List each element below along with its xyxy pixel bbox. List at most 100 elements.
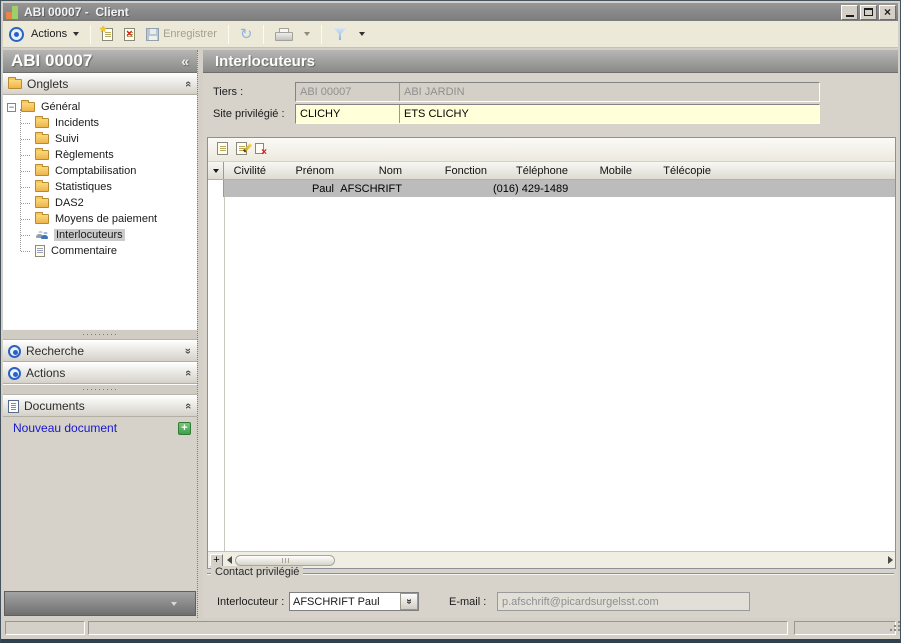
row-indicator-header[interactable] bbox=[208, 162, 224, 179]
column-header-nom[interactable]: Nom bbox=[340, 165, 408, 177]
delete-record-button[interactable]: × bbox=[120, 26, 139, 43]
folder-icon bbox=[35, 150, 49, 160]
scrollbar-thumb[interactable] bbox=[235, 555, 335, 566]
chevron-down-icon[interactable]: « bbox=[182, 348, 194, 354]
filter-button[interactable] bbox=[329, 26, 350, 42]
cell-prenom: Paul bbox=[272, 183, 340, 195]
app-icon bbox=[6, 6, 19, 19]
tree-item-label: Comptabilisation bbox=[53, 165, 138, 177]
minimize-button[interactable] bbox=[841, 5, 858, 20]
window-title: ABI 00007 - Client bbox=[24, 5, 841, 19]
scroll-right-icon[interactable] bbox=[888, 556, 893, 564]
status-bar bbox=[3, 619, 898, 637]
tree-item-label: Statistiques bbox=[53, 181, 114, 193]
resize-grip[interactable] bbox=[890, 629, 892, 631]
chevron-up-icon[interactable]: « bbox=[182, 81, 194, 87]
tree-item-label: Général bbox=[39, 101, 82, 113]
new-document-icon: ★ bbox=[102, 28, 113, 41]
save-icon bbox=[146, 28, 159, 41]
collapse-sidebar-icon[interactable]: « bbox=[181, 53, 189, 69]
tree-item-label: Suivi bbox=[53, 133, 81, 145]
status-segment bbox=[794, 621, 896, 635]
column-header-fonction[interactable]: Fonction bbox=[408, 165, 493, 177]
close-button[interactable]: × bbox=[879, 5, 896, 20]
add-document-button[interactable]: + bbox=[178, 422, 191, 435]
chevron-down-icon bbox=[171, 602, 177, 606]
actions-menu-button[interactable]: Actions bbox=[27, 26, 83, 42]
tree-item-statistiques[interactable]: Statistiques bbox=[12, 179, 197, 195]
tree-item-das2[interactable]: DAS2 bbox=[12, 195, 197, 211]
tree-item-suivi[interactable]: Suivi bbox=[12, 131, 197, 147]
panel-splitter[interactable]: ········· bbox=[3, 384, 197, 395]
site-code-field[interactable]: CLICHY bbox=[296, 105, 400, 123]
column-header-telecopie[interactable]: Télécopie bbox=[638, 165, 717, 177]
new-record-button[interactable]: ★ bbox=[98, 26, 117, 43]
maximize-icon bbox=[864, 8, 873, 16]
grid-edit-button[interactable] bbox=[235, 141, 248, 159]
document-icon bbox=[8, 400, 19, 413]
page-title: Interlocuteurs bbox=[203, 50, 898, 73]
sidebar-header: ABI 00007 « bbox=[3, 50, 197, 73]
minimize-icon bbox=[846, 15, 854, 17]
tree-item-incidents[interactable]: Incidents bbox=[12, 115, 197, 131]
panel-header-documents[interactable]: Documents « bbox=[3, 395, 197, 417]
panel-splitter[interactable]: ········· bbox=[3, 329, 197, 340]
interlocuteur-combobox[interactable]: AFSCHRIFT Paul « bbox=[289, 592, 419, 611]
tree-item-label: Interlocuteurs bbox=[54, 229, 125, 241]
save-label: Enregistrer bbox=[163, 28, 217, 40]
maximize-button[interactable] bbox=[860, 5, 877, 20]
grid-add-button[interactable] bbox=[216, 141, 229, 159]
filter-options-button[interactable] bbox=[353, 30, 369, 38]
grid-delete-button[interactable]: × bbox=[254, 141, 265, 158]
panel-header-onglets[interactable]: Onglets « bbox=[3, 73, 197, 95]
tabs-tree: − Général Incidents Suivi Règle bbox=[3, 95, 197, 329]
grid-toolbar: × bbox=[208, 138, 895, 162]
scroll-left-icon[interactable] bbox=[227, 556, 232, 564]
chevron-up-icon[interactable]: « bbox=[182, 403, 194, 409]
contacts-grid: × Civilité Prénom Nom Fonction Téléphone… bbox=[207, 137, 896, 569]
toolbar-separator bbox=[228, 25, 229, 44]
print-options-button[interactable] bbox=[298, 30, 314, 38]
tree-item-label: Commentaire bbox=[49, 245, 119, 257]
tiers-label: Tiers : bbox=[213, 86, 295, 98]
grid-expand-button[interactable]: + bbox=[210, 554, 223, 567]
panel-documents-label: Documents bbox=[24, 399, 180, 413]
site-field[interactable]: CLICHY ETS CLICHY bbox=[295, 104, 820, 124]
title-bar[interactable]: ABI 00007 - Client × bbox=[3, 3, 898, 21]
folder-icon bbox=[35, 134, 49, 144]
table-row[interactable]: Paul AFSCHRIFT (016) 429-1489 bbox=[208, 180, 895, 197]
combobox-dropdown-button[interactable]: « bbox=[400, 593, 418, 610]
refresh-button[interactable]: ↻ bbox=[236, 26, 257, 43]
new-record-icon bbox=[217, 142, 228, 155]
tree-item-commentaire[interactable]: Commentaire bbox=[12, 243, 197, 259]
main-toolbar: Actions ★ × Enregistrer ↻ bbox=[3, 21, 898, 48]
site-name-field[interactable]: ETS CLICHY bbox=[400, 105, 819, 123]
filter-icon bbox=[333, 28, 346, 40]
column-header-telephone[interactable]: Téléphone bbox=[493, 165, 574, 177]
tree-item-reglements[interactable]: Règlements bbox=[12, 147, 197, 163]
new-document-row: Nouveau document + bbox=[3, 417, 197, 439]
column-header-prenom[interactable]: Prénom bbox=[272, 165, 340, 177]
new-document-link[interactable]: Nouveau document bbox=[13, 421, 172, 435]
tree-item-interlocuteurs[interactable]: Interlocuteurs bbox=[12, 227, 197, 243]
panel-header-recherche[interactable]: Recherche « bbox=[3, 340, 197, 362]
print-button[interactable] bbox=[271, 26, 295, 43]
chevron-up-icon[interactable]: « bbox=[182, 370, 194, 376]
tree-item-general[interactable]: − Général bbox=[7, 99, 197, 115]
header-fields: Tiers : ABI 00007 ABI JARDIN Site privil… bbox=[203, 73, 898, 135]
delete-record-icon: × bbox=[255, 143, 264, 154]
tree-item-moyens-de-paiement[interactable]: Moyens de paiement bbox=[12, 211, 197, 227]
panel-header-actions[interactable]: Actions « bbox=[3, 362, 197, 384]
save-button[interactable]: Enregistrer bbox=[142, 26, 221, 43]
collapse-node-icon[interactable]: − bbox=[7, 103, 16, 112]
sidebar-footer-bar[interactable] bbox=[4, 591, 196, 616]
column-header-mobile[interactable]: Mobile bbox=[574, 165, 638, 177]
column-header-civilite[interactable]: Civilité bbox=[224, 165, 272, 177]
row-indicator-cell bbox=[208, 180, 224, 197]
tree-item-comptabilisation[interactable]: Comptabilisation bbox=[12, 163, 197, 179]
delete-document-icon: × bbox=[124, 28, 135, 41]
combobox-value: AFSCHRIFT Paul bbox=[290, 596, 400, 608]
tiers-field: ABI 00007 ABI JARDIN bbox=[295, 82, 820, 102]
toolbar-separator bbox=[321, 25, 322, 44]
interlocuteur-label: Interlocuteur : bbox=[217, 596, 289, 608]
